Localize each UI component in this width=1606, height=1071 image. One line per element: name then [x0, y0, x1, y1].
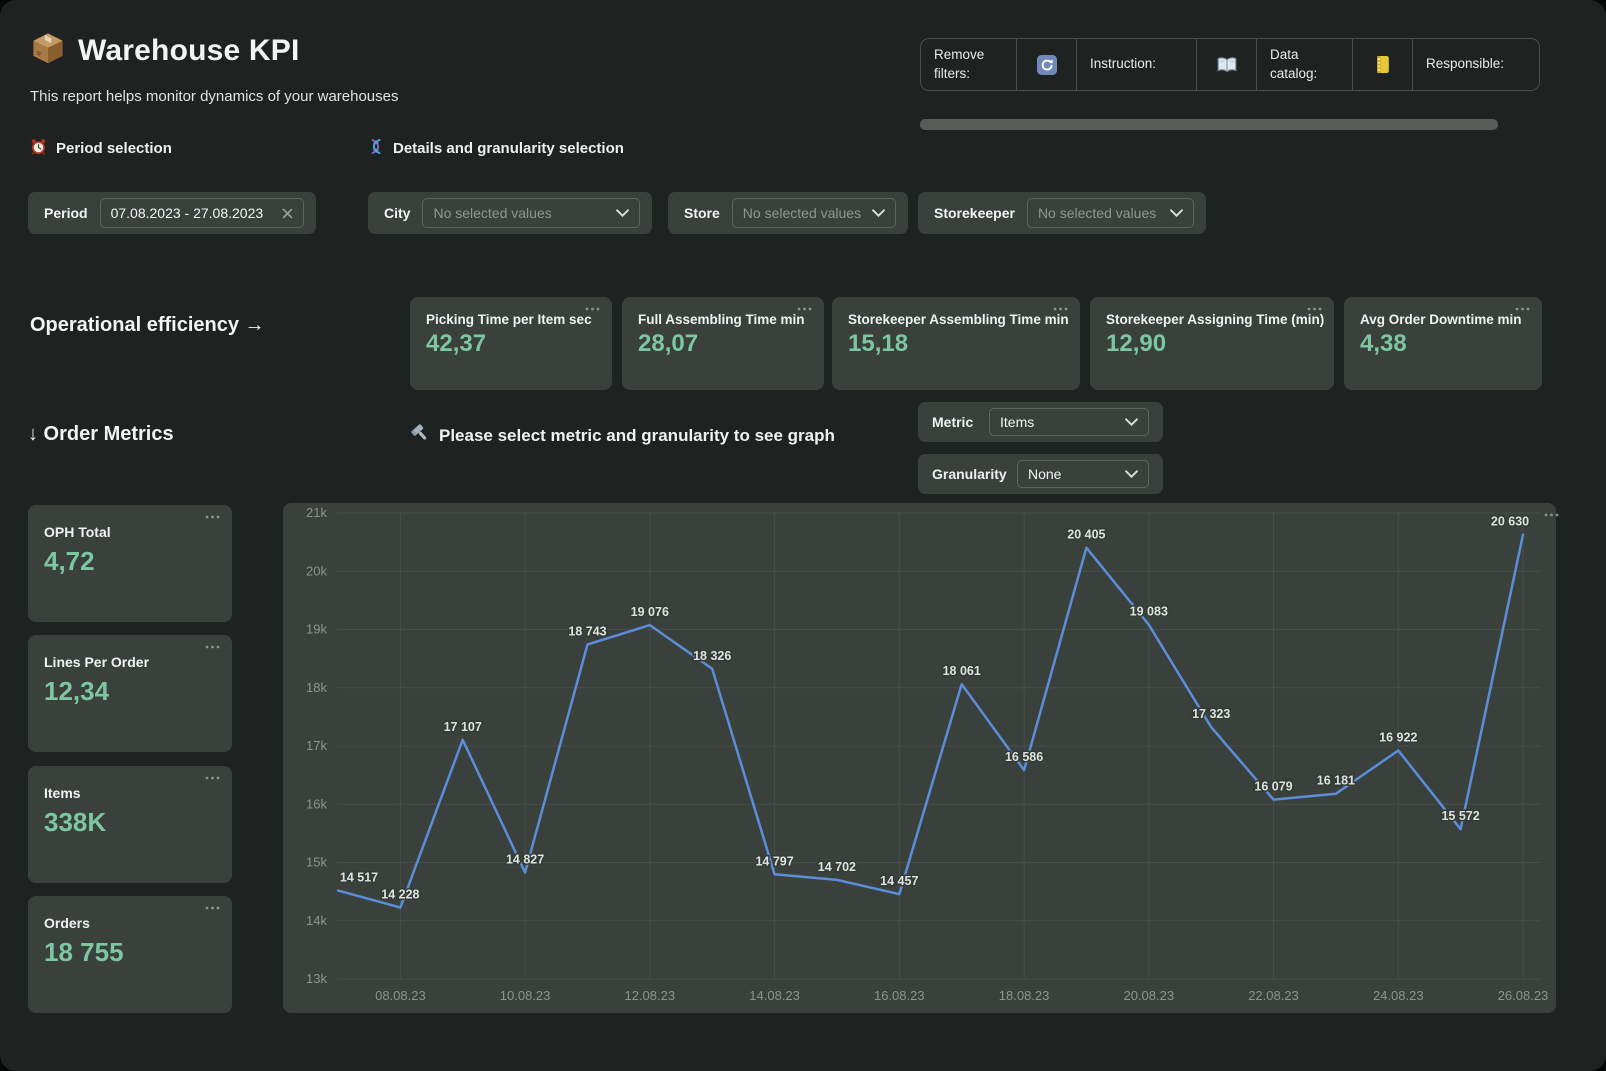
metric-card-items: Items 338K — [28, 766, 232, 883]
operational-efficiency-heading: Operational efficiency → — [30, 314, 265, 337]
metric-card-lines-per-order: Lines Per Order 12,34 — [28, 635, 232, 752]
svg-text:24.08.23: 24.08.23 — [1373, 988, 1424, 1003]
instruction-button[interactable]: Instruction: — [1076, 39, 1196, 90]
metric-control: Metric Items — [918, 402, 1163, 442]
svg-text:14 797: 14 797 — [755, 854, 793, 868]
card-menu-icon[interactable] — [205, 645, 220, 649]
store-filter: Store No selected values — [668, 192, 908, 234]
chevron-down-icon — [616, 209, 629, 217]
storekeeper-filter: Storekeeper No selected values — [918, 192, 1206, 234]
svg-text:18k: 18k — [306, 680, 327, 695]
svg-text:17 107: 17 107 — [444, 720, 482, 734]
svg-text:14 702: 14 702 — [818, 860, 856, 874]
svg-text:14k: 14k — [306, 913, 327, 928]
svg-text:26.08.23: 26.08.23 — [1498, 988, 1549, 1003]
svg-text:08.08.23: 08.08.23 — [375, 988, 426, 1003]
svg-text:14 457: 14 457 — [880, 874, 918, 888]
order-metrics-heading: ↓ Order Metrics — [28, 423, 174, 446]
period-filter: Period 07.08.2023 - 27.08.2023 — [28, 192, 316, 234]
toolbar-scrollbar[interactable] — [920, 119, 1498, 130]
card-menu-icon[interactable] — [205, 906, 220, 910]
card-menu-icon[interactable] — [205, 515, 220, 519]
page-header: Warehouse KPI — [30, 30, 300, 71]
svg-text:16 922: 16 922 — [1379, 731, 1417, 745]
svg-text:16 079: 16 079 — [1254, 780, 1292, 794]
granularity-select[interactable]: None — [1017, 460, 1149, 488]
svg-text:15k: 15k — [306, 855, 327, 870]
chevron-down-icon — [1170, 209, 1183, 217]
dna-icon — [368, 138, 384, 159]
data-catalog-button[interactable]: Data catalog: — [1256, 39, 1352, 90]
chevron-down-icon — [872, 209, 885, 217]
svg-text:20 630: 20 630 — [1491, 515, 1529, 529]
ledger-icon[interactable] — [1352, 39, 1412, 90]
svg-text:20k: 20k — [306, 563, 327, 578]
svg-text:13k: 13k — [306, 971, 327, 986]
svg-text:18 061: 18 061 — [943, 664, 981, 678]
line-chart[interactable]: 13k 14k 15k 16k 17k 18k 19k 20k 21k 08.08.23 10.08… — [283, 503, 1556, 1013]
svg-text:17k: 17k — [306, 738, 327, 753]
card-menu-icon[interactable] — [797, 307, 812, 311]
close-icon[interactable] — [282, 208, 293, 219]
open-book-icon[interactable] — [1196, 39, 1256, 90]
svg-text:16 181: 16 181 — [1317, 774, 1355, 788]
svg-text:14.08.23: 14.08.23 — [749, 988, 800, 1003]
details-section-label: Details and granularity selection — [368, 138, 624, 159]
svg-text:15 572: 15 572 — [1441, 809, 1479, 823]
responsible-button[interactable]: Responsible: — [1412, 39, 1539, 90]
page-title: Warehouse KPI — [78, 34, 300, 68]
svg-text:19 076: 19 076 — [631, 605, 669, 619]
select-metric-hint: Please select metric and granularity to … — [410, 423, 835, 448]
chevron-down-icon — [1125, 470, 1138, 478]
svg-text:22.08.23: 22.08.23 — [1248, 988, 1299, 1003]
svg-text:14 228: 14 228 — [381, 888, 419, 902]
hammer-icon — [410, 423, 430, 448]
warehouse-kpi-dashboard: Warehouse KPI This report helps monitor … — [0, 0, 1606, 1071]
card-menu-icon[interactable] — [1515, 307, 1530, 311]
svg-text:18 326: 18 326 — [693, 649, 731, 663]
card-menu-icon[interactable] — [1307, 307, 1322, 311]
kpi-card-full-assembling: Full Assembling Time min 28,07 — [622, 297, 824, 390]
period-section-label: Period selection — [30, 138, 172, 159]
card-menu-icon[interactable] — [585, 307, 600, 311]
kpi-card-storekeeper-assembling: Storekeeper Assembling Time min 15,18 — [832, 297, 1080, 390]
kpi-card-picking-time: Picking Time per Item sec 42,37 — [410, 297, 612, 390]
kpi-card-avg-downtime: Avg Order Downtime min 4,38 — [1344, 297, 1542, 390]
chevron-down-icon — [1125, 418, 1138, 426]
svg-text:20.08.23: 20.08.23 — [1123, 988, 1174, 1003]
alarm-clock-icon — [30, 138, 47, 159]
metric-card-orders: Orders 18 755 — [28, 896, 232, 1013]
svg-text:17 323: 17 323 — [1192, 707, 1230, 721]
card-menu-icon[interactable] — [205, 776, 220, 780]
svg-text:20 405: 20 405 — [1067, 528, 1105, 542]
svg-text:10.08.23: 10.08.23 — [500, 988, 551, 1003]
storekeeper-select[interactable]: No selected values — [1027, 198, 1194, 228]
metric-card-oph-total: OPH Total 4,72 — [28, 505, 232, 622]
card-menu-icon[interactable] — [1053, 307, 1068, 311]
remove-filters-button[interactable]: Remove filters: — [921, 39, 1016, 90]
svg-text:18 743: 18 743 — [568, 625, 606, 639]
svg-text:19k: 19k — [306, 622, 327, 637]
store-select[interactable]: No selected values — [732, 198, 896, 228]
city-select[interactable]: No selected values — [422, 198, 640, 228]
svg-text:21k: 21k — [306, 505, 327, 520]
metric-select[interactable]: Items — [989, 408, 1149, 436]
svg-text:18.08.23: 18.08.23 — [999, 988, 1050, 1003]
items-line-chart-card: 13k 14k 15k 16k 17k 18k 19k 20k 21k 08.08.23 10.08… — [283, 503, 1556, 1013]
svg-text:16.08.23: 16.08.23 — [874, 988, 925, 1003]
svg-text:16k: 16k — [306, 796, 327, 811]
package-icon — [30, 30, 66, 71]
granularity-control: Granularity None — [918, 454, 1163, 494]
svg-text:16 586: 16 586 — [1005, 750, 1043, 764]
toolbar: Remove filters: Instruction: Data catalo… — [920, 38, 1540, 91]
svg-text:14 517: 14 517 — [340, 871, 378, 885]
page-subtitle: This report helps monitor dynamics of yo… — [30, 88, 399, 105]
city-filter: City No selected values — [368, 192, 652, 234]
svg-text:19 083: 19 083 — [1130, 605, 1168, 619]
svg-text:14 827: 14 827 — [506, 853, 544, 867]
reset-refresh-icon[interactable] — [1016, 39, 1076, 90]
svg-text:12.08.23: 12.08.23 — [624, 988, 675, 1003]
period-date-range-input[interactable]: 07.08.2023 - 27.08.2023 — [100, 198, 304, 228]
kpi-card-storekeeper-assigning: Storekeeper Assigning Time (min) 12,90 — [1090, 297, 1334, 390]
